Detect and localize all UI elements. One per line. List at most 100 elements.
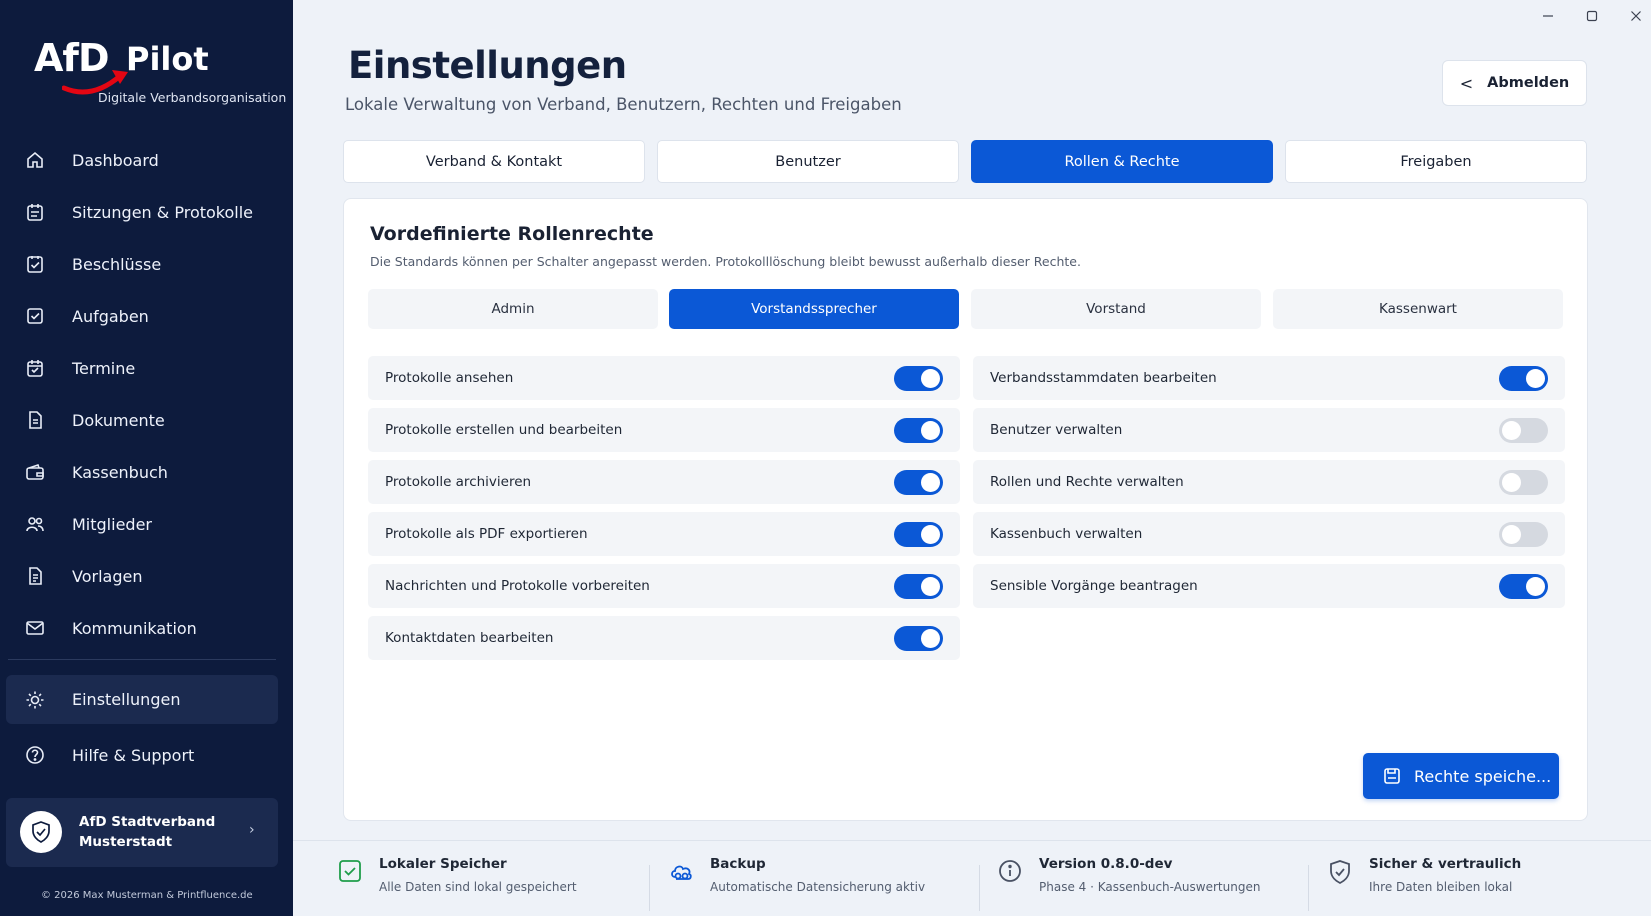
mail-icon <box>24 617 46 639</box>
sidebar-divider <box>8 659 276 660</box>
sidebar-item-label: Hilfe & Support <box>72 745 195 765</box>
tab-label: Verband & Kontakt <box>425 153 563 170</box>
permission-label: Sensible Vorgänge beantragen <box>990 578 1198 594</box>
tab-label: Rollen & Rechte <box>1064 153 1180 170</box>
logo-tagline: Digitale Verbandsorganisation <box>98 90 287 105</box>
page-subtitle: Lokale Verwaltung von Verband, Benutzern… <box>345 95 902 114</box>
permission-row: Protokolle erstellen und bearbeiten <box>368 408 960 452</box>
sidebar-item-dashboard[interactable]: Dashboard <box>0 134 293 186</box>
sidebar-item-label: Termine <box>72 358 136 378</box>
permission-toggle[interactable] <box>1499 574 1548 599</box>
organization-switcher[interactable]: AfD Stadtverband Musterstadt › <box>6 798 278 867</box>
sidebar-item-mitglieder[interactable]: Mitglieder <box>0 498 293 550</box>
role-permissions-card: Vordefinierte Rollenrechte Die Standards… <box>343 198 1588 821</box>
tab-rollen-rechte[interactable]: Rollen & Rechte <box>971 140 1273 183</box>
role-tab-label: Vorstand <box>1086 301 1146 317</box>
permission-toggle[interactable] <box>1499 366 1548 391</box>
role-tab-kassenwart[interactable]: Kassenwart <box>1273 289 1563 329</box>
role-tab-admin[interactable]: Admin <box>368 289 658 329</box>
permission-row: Rollen und Rechte verwalten <box>973 460 1565 504</box>
chevron-left-icon: < <box>1459 73 1474 93</box>
role-tab-label: Kassenwart <box>1379 301 1457 317</box>
tab-label: Freigaben <box>1400 153 1472 170</box>
sidebar-item-label: Kassenbuch <box>72 462 168 482</box>
shield-icon <box>20 811 62 853</box>
sidebar-item-einstellungen[interactable]: Einstellungen <box>6 675 278 724</box>
role-tab-label: Vorstandssprecher <box>751 301 877 317</box>
tab-benutzer[interactable]: Benutzer <box>657 140 959 183</box>
save-rights-label: Rechte speiche... <box>1414 766 1552 786</box>
card-description: Die Standards können per Schalter angepa… <box>370 254 1081 269</box>
sidebar-item-label: Vorlagen <box>72 566 143 586</box>
permission-row: Nachrichten und Protokolle vorbereiten <box>368 564 960 608</box>
logout-label: Abmelden <box>1487 75 1570 91</box>
role-tab-label: Admin <box>491 301 535 317</box>
permission-row: Kassenbuch verwalten <box>973 512 1565 556</box>
permission-toggle[interactable] <box>1499 470 1548 495</box>
settings-tabs: Verband & Kontakt Benutzer Rollen & Rech… <box>343 140 1588 183</box>
footer-divider <box>1308 865 1309 911</box>
sidebar-item-label: Dashboard <box>72 150 159 170</box>
permission-toggle[interactable] <box>894 418 943 443</box>
sidebar-item-label: Sitzungen & Protokolle <box>72 202 254 222</box>
permission-row: Sensible Vorgänge beantragen <box>973 564 1565 608</box>
tab-freigaben[interactable]: Freigaben <box>1285 140 1587 183</box>
gear-icon <box>24 689 46 711</box>
role-tab-vorstandssprecher[interactable]: Vorstandssprecher <box>669 289 959 329</box>
sidebar-item-termine[interactable]: Termine <box>0 342 293 394</box>
permission-row: Protokolle als PDF exportieren <box>368 512 960 556</box>
logout-button[interactable]: < Abmelden <box>1442 60 1587 106</box>
permission-row: Protokolle ansehen <box>368 356 960 400</box>
permission-label: Kassenbuch verwalten <box>990 526 1143 542</box>
permission-toggle[interactable] <box>894 366 943 391</box>
minimize-icon[interactable] <box>1538 8 1558 24</box>
footer-subtitle: Ihre Daten bleiben lokal <box>1369 880 1513 894</box>
users-icon <box>24 513 46 535</box>
footer-subtitle: Phase 4 · Kassenbuch-Auswertungen <box>1039 880 1261 894</box>
footer-title: Lokaler Speicher <box>379 856 507 872</box>
sidebar-item-vorlagen[interactable]: Vorlagen <box>0 550 293 602</box>
page-title: Einstellungen <box>348 44 627 87</box>
sidebar-item-kommunikation[interactable]: Kommunikation <box>0 602 293 654</box>
sidebar-item-beschluesse[interactable]: Beschlüsse <box>0 238 293 290</box>
footer-divider <box>649 865 650 911</box>
save-icon <box>1383 767 1401 785</box>
permission-label: Protokolle erstellen und bearbeiten <box>385 422 623 438</box>
permission-row: Kontaktdaten bearbeiten <box>368 616 960 660</box>
home-icon <box>24 149 46 171</box>
save-rights-button[interactable]: Rechte speiche... <box>1363 753 1559 799</box>
permission-label: Kontaktdaten bearbeiten <box>385 630 554 646</box>
document-icon <box>24 409 46 431</box>
sidebar-item-kassenbuch[interactable]: Kassenbuch <box>0 446 293 498</box>
sidebar-item-sitzungen[interactable]: Sitzungen & Protokolle <box>0 186 293 238</box>
card-title: Vordefinierte Rollenrechte <box>370 223 654 245</box>
permission-toggle[interactable] <box>1499 522 1548 547</box>
permission-toggle[interactable] <box>894 574 943 599</box>
role-tab-vorstand[interactable]: Vorstand <box>971 289 1261 329</box>
permission-row: Benutzer verwalten <box>973 408 1565 452</box>
sidebar-item-help[interactable]: Hilfe & Support <box>0 729 293 781</box>
close-icon[interactable] <box>1626 8 1646 24</box>
permission-row: Verbandsstammdaten bearbeiten <box>973 356 1565 400</box>
permission-toggle[interactable] <box>894 470 943 495</box>
wallet-icon <box>24 461 46 483</box>
check-square-icon <box>338 859 364 885</box>
template-icon <box>24 565 46 587</box>
permission-label: Protokolle als PDF exportieren <box>385 526 588 542</box>
checkbox-icon <box>24 305 46 327</box>
sidebar-item-dokumente[interactable]: Dokumente <box>0 394 293 446</box>
brand-logo[interactable]: AfD Pilot Digitale Verbandsorganisation <box>34 36 286 106</box>
permission-toggle[interactable] <box>1499 418 1548 443</box>
sidebar-nav: Dashboard Sitzungen & Protokolle Beschlü… <box>0 134 293 654</box>
chevron-right-icon: › <box>249 822 255 838</box>
permission-label: Protokolle archivieren <box>385 474 532 490</box>
sidebar-item-label: Kommunikation <box>72 618 197 638</box>
sidebar-item-aufgaben[interactable]: Aufgaben <box>0 290 293 342</box>
footer-title: Backup <box>710 856 766 872</box>
permission-toggle[interactable] <box>894 626 943 651</box>
tab-verband-kontakt[interactable]: Verband & Kontakt <box>343 140 645 183</box>
permission-label: Protokolle ansehen <box>385 370 514 386</box>
logo-product: Pilot <box>126 40 209 78</box>
permission-toggle[interactable] <box>894 522 943 547</box>
maximize-icon[interactable] <box>1582 8 1602 24</box>
